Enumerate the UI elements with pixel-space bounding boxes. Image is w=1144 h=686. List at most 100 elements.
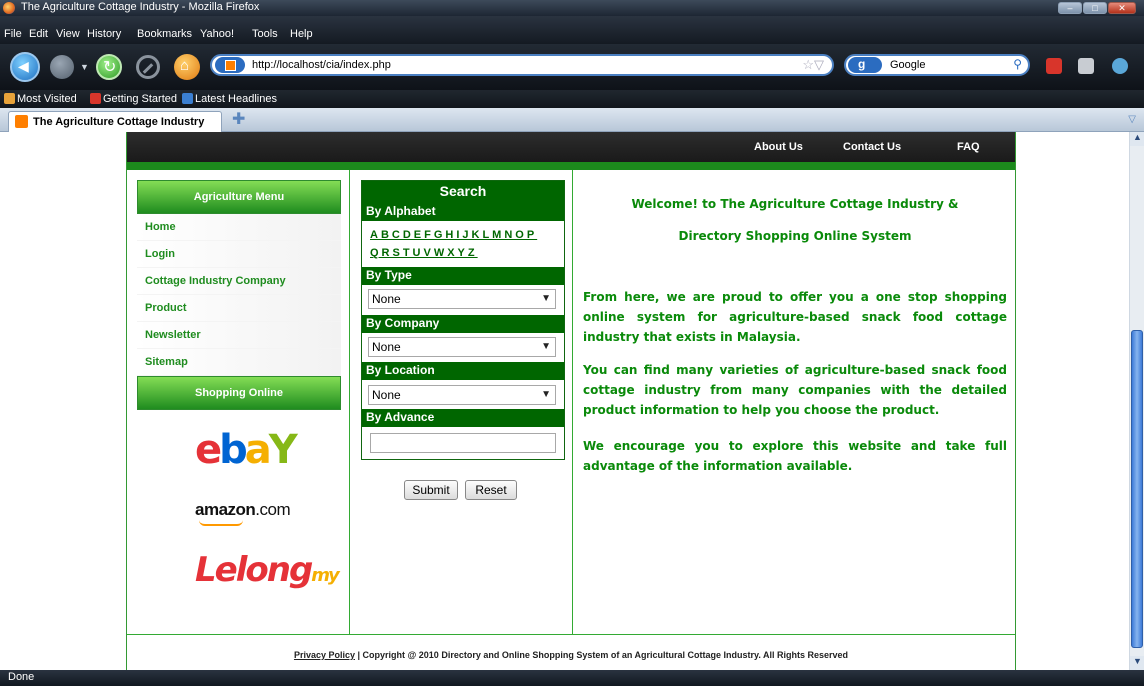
firefox-bookmark-icon — [90, 93, 101, 104]
bookmark-most-visited[interactable]: Most Visited — [4, 93, 77, 105]
by-advance-label: By Advance — [362, 409, 564, 427]
bookmark-label: Latest Headlines — [195, 93, 277, 105]
addon-icon[interactable] — [1046, 58, 1062, 74]
address-bar[interactable]: http://localhost/cia/index.php ☆▽ — [210, 54, 834, 76]
nav-contact-us[interactable]: Contact Us — [843, 141, 901, 153]
bookmarks-toolbar: Most Visited Getting Started Latest Head… — [0, 90, 1144, 108]
privacy-policy-link[interactable]: Privacy Policy — [294, 650, 355, 660]
bookmark-label: Getting Started — [103, 93, 177, 105]
location-select[interactable]: None ▼ — [368, 385, 556, 405]
menu-yahoo[interactable]: Yahoo! — [200, 28, 234, 40]
minimize-button[interactable]: – — [1058, 2, 1082, 14]
location-select-value: None — [372, 388, 401, 402]
menu-view[interactable]: View — [56, 28, 80, 40]
history-dropdown-icon[interactable]: ▼ — [80, 62, 89, 72]
column-divider — [572, 170, 573, 634]
status-text: Done — [8, 671, 35, 683]
new-tab-icon[interactable]: ✚ — [232, 112, 250, 129]
menu-tools[interactable]: Tools — [252, 28, 278, 40]
status-bar: Done — [0, 670, 1144, 686]
ebay-logo[interactable]: ebaY — [195, 427, 298, 473]
submit-button[interactable]: Submit — [404, 480, 458, 500]
tab-active[interactable]: The Agriculture Cottage Industry — [8, 111, 222, 132]
maximize-button[interactable]: □ — [1083, 2, 1107, 14]
menu-edit[interactable]: Edit — [29, 28, 48, 40]
addon-k-icon[interactable] — [1078, 58, 1094, 74]
bookmark-star-icon[interactable]: ☆▽ — [802, 57, 824, 73]
column-divider — [349, 170, 350, 634]
by-alphabet-label: By Alphabet — [362, 203, 564, 221]
chevron-down-icon: ▼ — [541, 389, 551, 400]
search-bar[interactable]: Google ⚲ — [844, 54, 1030, 76]
welcome-heading-line2: Directory Shopping Online System — [678, 229, 912, 243]
home-icon[interactable] — [174, 54, 200, 80]
back-icon[interactable] — [10, 52, 40, 82]
by-location-label: By Location — [362, 362, 564, 380]
forward-icon[interactable] — [50, 55, 74, 79]
alphabet-links-row1[interactable]: ABCDEFGHIJKLMNOP — [370, 229, 560, 241]
sidebar-item-home[interactable]: Home — [137, 214, 341, 241]
advance-search-input[interactable] — [370, 433, 556, 453]
by-company-label: By Company — [362, 315, 564, 333]
lelong-logo-text: Lelong — [195, 550, 313, 590]
rss-feed-icon — [182, 93, 193, 104]
stop-icon[interactable] — [136, 55, 160, 79]
ebay-letter: Y — [268, 427, 298, 473]
type-select-value: None — [372, 292, 401, 306]
welcome-paragraph-1: From here, we are proud to offer you a o… — [583, 290, 1007, 344]
alphabet-links-row2[interactable]: QRSTUVWXYZ — [370, 247, 560, 259]
url-text: http://localhost/cia/index.php — [252, 59, 391, 71]
scroll-down-icon[interactable]: ▼ — [1130, 656, 1144, 670]
header-green-strip — [127, 162, 1015, 170]
chevron-down-icon: ▼ — [541, 341, 551, 352]
nav-faq[interactable]: FAQ — [957, 141, 980, 153]
company-select[interactable]: None ▼ — [368, 337, 556, 357]
sidebar-item-cottage-industry-company[interactable]: Cottage Industry Company — [137, 268, 341, 295]
amazon-logo[interactable]: amazon.com — [195, 500, 291, 526]
menu-file[interactable]: File — [4, 28, 22, 40]
close-window-button[interactable]: ✕ — [1108, 2, 1136, 14]
sidebar-item-product[interactable]: Product — [137, 295, 341, 322]
amazon-logo-suffix: .com — [255, 500, 291, 519]
type-select[interactable]: None ▼ — [368, 289, 556, 309]
search-icon[interactable]: ⚲ — [1013, 57, 1022, 71]
tab-favicon-icon — [15, 115, 28, 128]
tab-title: The Agriculture Cottage Industry — [33, 116, 205, 128]
bookmark-getting-started[interactable]: Getting Started — [90, 93, 177, 105]
menu-bookmarks[interactable]: Bookmarks — [137, 28, 192, 40]
tab-bar: The Agriculture Cottage Industry ✚ ▽ — [0, 108, 1144, 132]
bookmark-latest-headlines[interactable]: Latest Headlines — [182, 93, 277, 105]
sidebar-item-sitemap[interactable]: Sitemap — [137, 349, 341, 376]
sidebar-item-newsletter[interactable]: Newsletter — [137, 322, 341, 349]
page-footer: Privacy Policy | Copyright @ 2010 Direct… — [127, 650, 1015, 660]
amazon-logo-text: amazon — [195, 500, 256, 519]
search-panel: Search By Alphabet ABCDEFGHIJKLMNOP QRST… — [361, 180, 565, 460]
window-titlebar: The Agriculture Cottage Industry - Mozil… — [0, 0, 1144, 16]
reset-button[interactable]: Reset — [465, 480, 517, 500]
sidebar-item-login[interactable]: Login — [137, 241, 341, 268]
ebay-letter: b — [219, 427, 248, 473]
top-navigation: About Us Contact Us FAQ — [127, 132, 1015, 162]
bookmark-folder-icon — [4, 93, 15, 104]
vertical-scrollbar[interactable]: ▲ ▼ — [1129, 132, 1144, 670]
search-title: Search — [362, 181, 564, 203]
ebay-letter: e — [195, 427, 222, 473]
firefox-logo-icon — [3, 2, 15, 14]
search-engine-icon[interactable] — [848, 57, 882, 73]
scrollbar-thumb[interactable] — [1131, 330, 1143, 648]
scroll-up-icon[interactable]: ▲ — [1130, 132, 1144, 146]
welcome-heading-line1: Welcome! to The Agriculture Cottage Indu… — [631, 197, 959, 211]
menu-history[interactable]: History — [87, 28, 121, 40]
copyright-text: | Copyright @ 2010 Directory and Online … — [355, 650, 849, 660]
welcome-paragraph-2: You can find many varieties of agricultu… — [583, 363, 1007, 417]
reload-icon[interactable] — [96, 54, 122, 80]
shopping-online-heading: Shopping Online — [137, 376, 341, 410]
by-type-label: By Type — [362, 267, 564, 285]
nav-about-us[interactable]: About Us — [754, 141, 803, 153]
menu-help[interactable]: Help — [290, 28, 313, 40]
skype-icon[interactable] — [1112, 58, 1128, 74]
site-identity-icon[interactable] — [215, 57, 245, 73]
tab-list-chevron-icon[interactable]: ▽ — [1128, 114, 1136, 125]
menu-bar: File Edit View History Bookmarks Yahoo! … — [0, 16, 1144, 44]
lelong-logo[interactable]: Lelongmy — [195, 550, 340, 590]
